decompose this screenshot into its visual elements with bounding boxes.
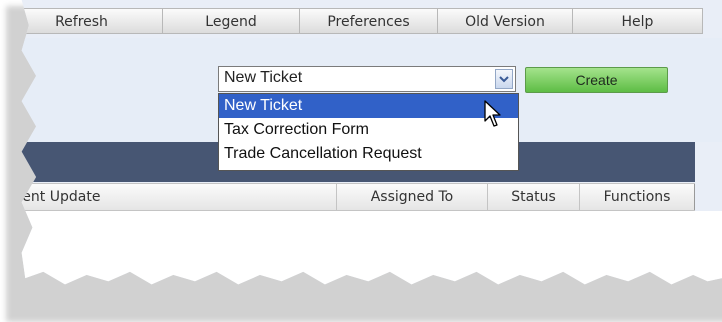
column-assigned-to[interactable]: Assigned To xyxy=(337,184,488,210)
old-version-button[interactable]: Old Version xyxy=(438,8,573,34)
ticket-type-dropdown: New Ticket Tax Correction Form Trade Can… xyxy=(218,93,519,171)
column-functions[interactable]: Functions xyxy=(580,184,695,210)
app-page: Refresh Legend Preferences Old Version H… xyxy=(0,0,722,285)
preferences-button[interactable]: Preferences xyxy=(300,8,438,34)
screenshot-sheet: Refresh Legend Preferences Old Version H… xyxy=(0,0,722,285)
dropdown-option-trade-cancellation-request[interactable]: Trade Cancellation Request xyxy=(219,142,518,166)
dropdown-option-tax-correction-form[interactable]: Tax Correction Form xyxy=(219,118,518,142)
column-recent-update[interactable]: ecent Update xyxy=(0,184,337,210)
ticket-type-value: New Ticket xyxy=(224,69,303,86)
dropdown-option-new-ticket[interactable]: New Ticket xyxy=(219,94,518,118)
help-button[interactable]: Help xyxy=(573,8,703,34)
table-header: ecent Update Assigned To Status Function… xyxy=(0,183,695,211)
ticket-type-select[interactable]: New Ticket xyxy=(218,66,516,92)
column-status[interactable]: Status xyxy=(488,184,580,210)
chevron-down-icon[interactable] xyxy=(495,69,513,89)
mouse-cursor-icon xyxy=(484,100,502,132)
toolbar: Refresh Legend Preferences Old Version H… xyxy=(0,8,722,36)
create-button[interactable]: Create xyxy=(525,67,668,93)
legend-button[interactable]: Legend xyxy=(163,8,300,34)
